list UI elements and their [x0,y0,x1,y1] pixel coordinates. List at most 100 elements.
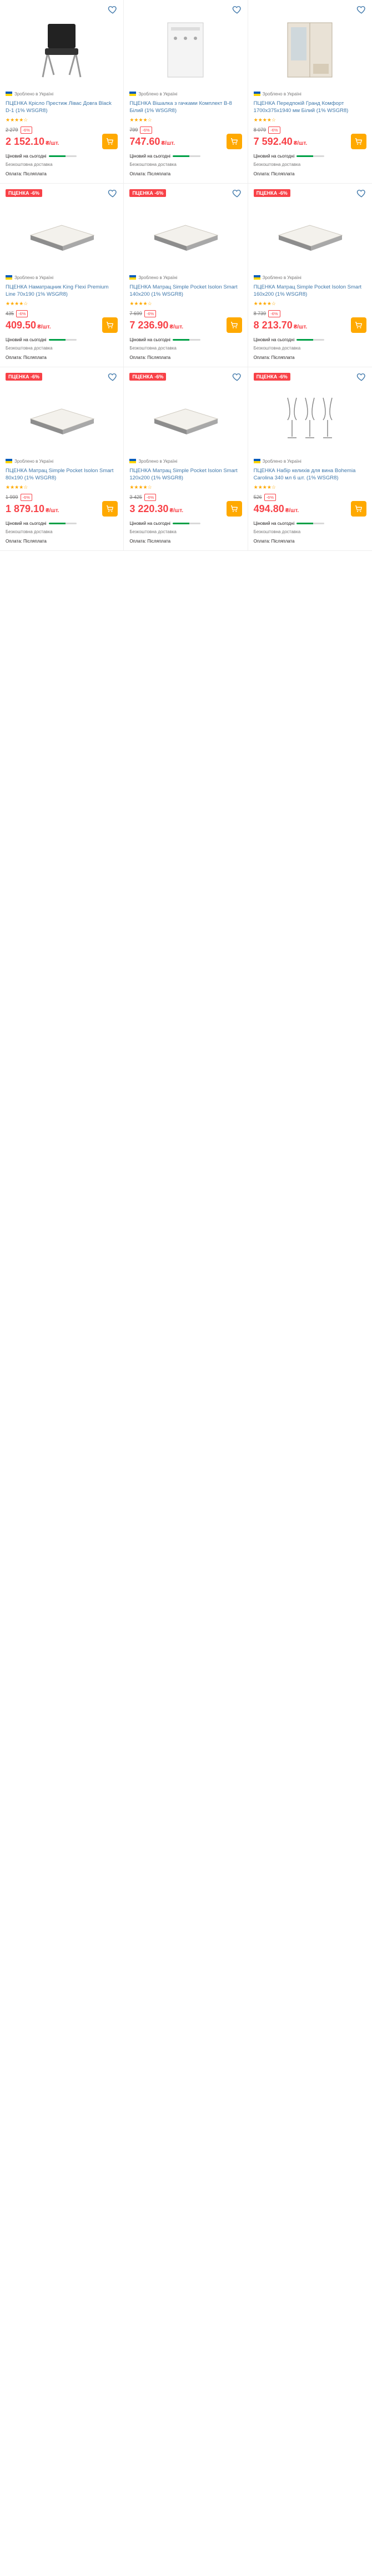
heart-icon[interactable] [232,372,242,382]
old-price: 2 279 [6,127,18,133]
product-title[interactable]: ПЦЕНКА Крісло Престиж Лівас Довга Black … [6,100,118,114]
old-price-row: 526 -6% [253,493,366,501]
product-card-8[interactable]: ПЦЕНКА -6% Зроблено в Україні ПЦЕНКА Мат… [124,367,248,551]
rating-stars: ★★★★☆ [253,300,276,306]
product-title[interactable]: ПЦЕНКА Вішалка з гачками Комплект В-8 Бі… [129,100,242,114]
cart-icon[interactable] [350,317,366,333]
payment-info: Оплата: Післяплата [6,355,47,360]
rating-stars: ★★★★☆ [6,484,28,490]
heart-icon[interactable] [108,4,118,14]
origin-row: Зроблено в Україні [129,90,242,98]
discount-badge: -6% [16,310,28,317]
heart-icon[interactable] [108,188,118,198]
rating-stars: ★★★★☆ [6,117,28,123]
old-price-row: 1 999 -6% [6,493,118,501]
product-image[interactable] [6,17,118,83]
origin-row: Зроблено в Україні [129,274,242,281]
product-image[interactable] [6,200,118,267]
promo-badge: ПЦЕНКА -6% [129,189,167,197]
rating-row: ★★★★☆ [6,301,118,306]
product-title[interactable]: ПЦЕНКА Передпокій Гранд Комфорт 1700x375… [254,100,366,114]
payment-info: Оплата: Післяплата [129,355,171,360]
discount-badge: -6% [144,493,157,501]
product-image[interactable] [254,17,366,83]
shipping-info: Безкоштовна доставка [253,162,301,167]
price-row: 8 213.70 ₴/шт. [253,317,366,333]
product-image[interactable] [6,384,118,451]
product-card-2[interactable]: Зроблено в Україні ПЦЕНКА Вішалка з гачк… [124,0,248,184]
product-title[interactable]: ПЦЕНКА Матрац Simple Pocket Isolon Smart… [6,467,118,482]
product-card-4[interactable]: ПЦЕНКА -6% Зроблено в Україні ПЦЕНКА Нам… [0,184,124,367]
shipping-info: Безкоштовна доставка [6,162,53,167]
origin-row: Зроблено в Україні [253,90,366,98]
old-price: 526 [253,494,262,500]
old-price: 435 [6,311,14,316]
payment-info: Оплата: Післяплата [129,539,171,544]
promo-badge: ПЦЕНКА -6% [129,373,167,381]
heart-icon[interactable] [232,188,242,198]
rating-stars: ★★★★☆ [129,484,152,490]
product-title[interactable]: ПЦЕНКА Матрац Simple Pocket Isolon Smart… [129,284,242,298]
product-image[interactable] [129,200,242,267]
rating-stars: ★★★★☆ [6,300,28,306]
bonus-row: Ціновий на сьогодні [129,153,242,159]
product-title[interactable]: ПЦЕНКА Наматрацник King Flexi Premium Li… [6,284,118,298]
product-image[interactable] [254,200,366,267]
cart-icon[interactable] [102,501,118,517]
rating-row: ★★★★☆ [129,484,242,490]
heart-icon[interactable] [356,188,366,198]
availability-bar [48,339,77,341]
rating-row: ★★★★☆ [129,117,242,123]
product-card-5[interactable]: ПЦЕНКА -6% Зроблено в Україні ПЦЕНКА Мат… [124,184,248,367]
product-title[interactable]: ПЦЕНКА Матрац Simple Pocket Isolon Smart… [129,467,242,482]
shipping-info: Безкоштовна доставка [253,529,301,534]
cart-icon[interactable] [350,134,366,149]
cart-icon[interactable] [102,317,118,333]
cart-icon[interactable] [102,134,118,149]
shipping-info: Безкоштовна доставка [6,346,53,351]
cart-icon[interactable] [226,134,242,149]
product-card-3[interactable]: Зроблено в Україні ПЦЕНКА Передпокій Гра… [248,0,372,184]
old-price-row: 7 699 -6% [129,310,242,317]
ukraine-flag-icon [129,275,137,280]
ukraine-flag-icon [253,459,260,463]
shipping-info: Безкоштовна доставка [129,529,177,534]
old-price: 8 079 [253,127,267,133]
current-price: 494.80 ₴/шт. [253,503,299,514]
availability-bar [48,155,77,157]
heart-icon[interactable] [356,372,366,382]
heart-icon[interactable] [232,4,242,14]
shipping-info: Безкоштовна доставка [129,346,177,351]
price-row: 2 152.10 ₴/шт. [6,134,118,149]
product-card-1[interactable]: Зроблено в Україні ПЦЕНКА Крісло Престиж… [0,0,124,184]
bonus-row: Ціновий на сьогодні [254,337,366,343]
product-card-9[interactable]: ПЦЕНКА -6% Зроблено в Україні ПЦЕНКА Наб… [248,367,372,551]
product-image[interactable] [129,17,242,83]
discount-badge: -6% [20,126,32,134]
payment-info: Оплата: Післяплата [253,171,295,176]
product-image[interactable] [254,384,366,451]
ukraine-flag-icon [253,275,260,280]
heart-icon[interactable] [356,4,366,14]
heart-icon[interactable] [108,372,118,382]
cart-icon[interactable] [350,501,366,517]
cart-icon[interactable] [226,317,242,333]
origin-row: Зроблено в Україні [6,90,118,98]
rating-stars: ★★★★☆ [253,484,276,490]
promo-badge: ПЦЕНКА -6% [253,189,290,197]
current-price: 8 213.70 ₴/шт. [253,319,308,331]
old-price: 3 425 [129,494,142,500]
product-card-6[interactable]: ПЦЕНКА -6% Зроблено в Україні ПЦЕНКА Мат… [248,184,372,367]
product-title[interactable]: ПЦЕНКА Матрац Simple Pocket Isolon Smart… [254,284,366,298]
discount-badge: -6% [144,310,157,317]
old-price-row: 2 279 -6% [6,126,118,134]
rating-stars: ★★★★☆ [129,117,152,123]
ukraine-flag-icon [129,459,137,463]
bonus-row: Ціновий на сьогодні [254,153,366,159]
old-price: 7 699 [129,311,142,316]
cart-icon[interactable] [226,501,242,517]
rating-row: ★★★★☆ [129,301,242,306]
product-title[interactable]: ПЦЕНКА Набір келихів для вина Bohemia Ca… [254,467,366,482]
product-image[interactable] [129,384,242,451]
product-card-7[interactable]: ПЦЕНКА -6% Зроблено в Україні ПЦЕНКА Мат… [0,367,124,551]
